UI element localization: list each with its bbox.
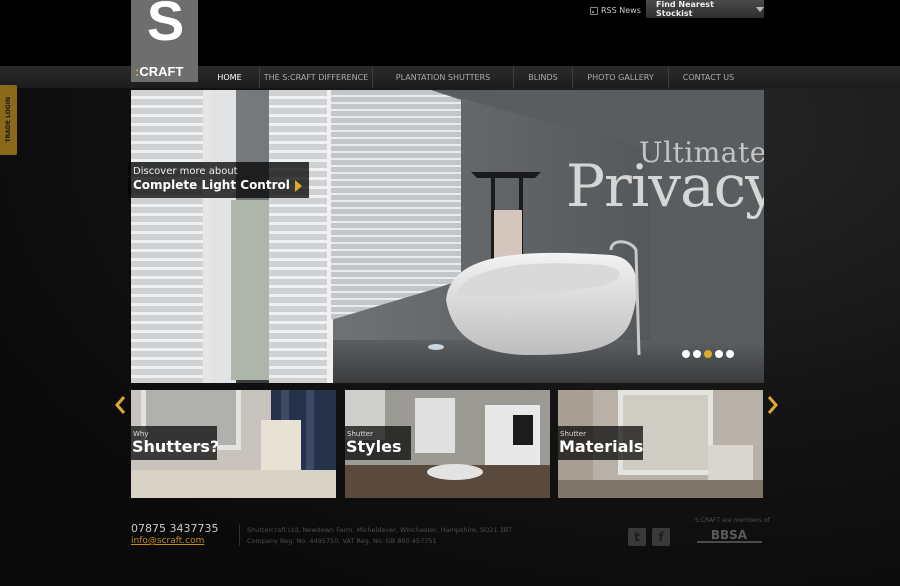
trade-login-tab[interactable]: TRADE LOGIN xyxy=(0,85,17,155)
trade-login-label: TRADE LOGIN xyxy=(5,97,12,143)
slider-dot-active[interactable] xyxy=(704,350,712,358)
chevron-right-icon[interactable] xyxy=(767,396,779,414)
tile-big-label: Materials xyxy=(559,437,644,456)
arrow-right-icon xyxy=(295,180,302,192)
hero-image xyxy=(131,90,764,383)
hero-slider[interactable]: Ultimate Privacy xyxy=(131,90,764,383)
logo-letter: S xyxy=(146,0,184,52)
nav-contact-us[interactable]: CONTACT US xyxy=(668,66,748,88)
chevron-down-icon xyxy=(756,6,764,12)
footer-registration: Company Reg. No. 4495750, VAT Reg. No. G… xyxy=(247,537,437,545)
hero-headline-main: Privacy xyxy=(566,152,764,220)
nav-difference[interactable]: THE S:CRAFT DIFFERENCE xyxy=(259,66,372,88)
tile-why-shutters[interactable]: Why Shutters? xyxy=(131,390,336,498)
logo-wordmark: :CRAFT xyxy=(135,64,184,79)
chevron-left-icon[interactable] xyxy=(114,396,126,414)
tile-label: Shutter Styles xyxy=(345,426,411,460)
tile-label: Shutter Materials xyxy=(558,426,643,460)
members-label: S:CRAFT are members of xyxy=(695,517,770,524)
nav-home[interactable]: HOME xyxy=(200,66,259,88)
twitter-icon[interactable]: t xyxy=(628,528,646,546)
tile-label: Why Shutters? xyxy=(131,426,220,460)
slider-dot[interactable] xyxy=(715,350,723,358)
discover-line-2: Complete Light Control xyxy=(133,178,290,192)
nav-photo-gallery[interactable]: PHOTO GALLERY xyxy=(572,66,668,88)
rss-news-link[interactable]: RSS News xyxy=(590,6,641,15)
slider-dot[interactable] xyxy=(726,350,734,358)
slider-dot[interactable] xyxy=(682,350,690,358)
tile-big-label: Shutters? xyxy=(132,437,220,456)
slider-dot[interactable] xyxy=(693,350,701,358)
rss-label: RSS News xyxy=(601,6,641,15)
footer-address: Shuttercraft Ltd, Newdown Farm, Michelde… xyxy=(247,526,513,534)
footer-phone: 07875 3437735 xyxy=(131,522,219,535)
footer-divider xyxy=(239,524,240,546)
nav-blinds[interactable]: BLINDS xyxy=(513,66,572,88)
main-nav: HOME THE S:CRAFT DIFFERENCE PLANTATION S… xyxy=(200,66,748,88)
tile-big-label: Styles xyxy=(346,437,402,456)
tile-shutter-styles[interactable]: Shutter Styles xyxy=(345,390,550,498)
slider-dots xyxy=(682,350,734,358)
find-stockist-button[interactable]: Find Nearest Stockist xyxy=(646,0,764,18)
facebook-icon[interactable]: f xyxy=(652,528,670,546)
nav-plantation-shutters[interactable]: PLANTATION SHUTTERS xyxy=(372,66,513,88)
site-logo[interactable]: S :CRAFT xyxy=(131,0,198,82)
bbsa-wordmark: BBSA xyxy=(711,528,748,542)
stockist-label: Find Nearest Stockist xyxy=(656,0,714,18)
tile-shutter-materials[interactable]: Shutter Materials xyxy=(558,390,763,498)
discover-more-banner[interactable]: Discover more about Complete Light Contr… xyxy=(128,162,309,198)
discover-line-1: Discover more about xyxy=(133,166,238,177)
footer-email-link[interactable]: info@scraft.com xyxy=(131,536,204,546)
bbsa-logo: BBSA xyxy=(697,528,762,543)
rss-icon xyxy=(590,6,598,15)
